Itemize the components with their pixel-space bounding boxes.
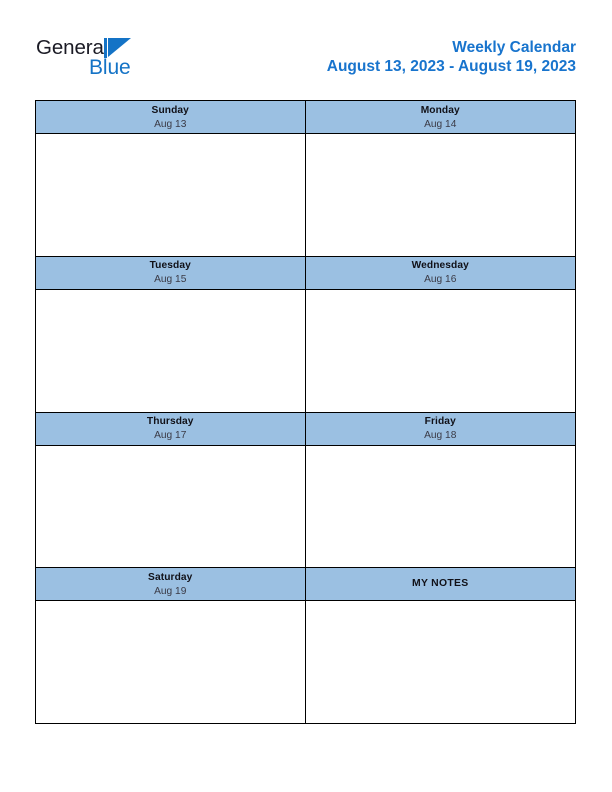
content-row-4 xyxy=(36,601,575,723)
weekly-calendar-grid: Sunday Aug 13 Monday Aug 14 Tuesday Aug … xyxy=(35,100,576,724)
day-content-tuesday[interactable] xyxy=(36,289,306,412)
day-header-monday[interactable]: Monday Aug 14 xyxy=(305,101,575,133)
header-row-2: Tuesday Aug 15 Wednesday Aug 16 xyxy=(36,256,575,290)
logo-bar-accent xyxy=(104,38,107,58)
page-title: Weekly Calendar xyxy=(452,39,576,56)
day-date-label: Aug 18 xyxy=(424,430,457,441)
calendar-row-4: Saturday Aug 19 MY NOTES xyxy=(36,567,575,723)
day-content-thursday[interactable] xyxy=(36,445,306,568)
day-name-label: Friday xyxy=(424,416,456,427)
day-content-sunday[interactable] xyxy=(36,134,306,256)
content-row-2 xyxy=(36,289,575,412)
date-range-label: August 13, 2023 - August 19, 2023 xyxy=(326,58,576,75)
day-header-tuesday[interactable]: Tuesday Aug 15 xyxy=(36,256,306,289)
general-blue-logo: General Blue xyxy=(36,36,236,88)
logo-triangle-icon xyxy=(108,38,131,57)
day-header-saturday[interactable]: Saturday Aug 19 xyxy=(36,568,306,601)
notes-header[interactable]: MY NOTES xyxy=(305,568,575,601)
day-date-label: Aug 15 xyxy=(154,274,187,286)
day-content-wednesday[interactable] xyxy=(305,289,575,412)
day-date-label: Aug 17 xyxy=(154,430,187,441)
calendar-row-2: Tuesday Aug 15 Wednesday Aug 16 xyxy=(36,255,575,412)
day-header-wednesday[interactable]: Wednesday Aug 16 xyxy=(305,256,575,289)
day-date-label: Aug 19 xyxy=(154,585,187,597)
day-name-label: Saturday xyxy=(148,571,193,583)
notes-title-label: MY NOTES xyxy=(412,578,469,590)
header-row-3: Thursday Aug 17 Friday Aug 18 xyxy=(36,412,575,446)
day-date-label: Aug 14 xyxy=(424,118,457,130)
day-content-friday[interactable] xyxy=(305,445,575,568)
day-header-sunday[interactable]: Sunday Aug 13 xyxy=(36,101,306,133)
day-header-thursday[interactable]: Thursday Aug 17 xyxy=(36,412,306,445)
logo-text-blue: Blue xyxy=(89,56,131,79)
title-block: Weekly Calendar August 13, 2023 - August… xyxy=(327,38,576,77)
day-date-label: Aug 13 xyxy=(154,118,187,130)
notes-content[interactable] xyxy=(305,601,575,723)
day-date-label: Aug 16 xyxy=(424,274,457,286)
header-row-4: Saturday Aug 19 MY NOTES xyxy=(36,568,575,602)
page-header: General Blue Weekly Calendar August 13, … xyxy=(36,36,576,92)
calendar-row-3: Thursday Aug 17 Friday Aug 18 xyxy=(36,411,575,568)
content-row-1 xyxy=(36,134,575,256)
content-row-3 xyxy=(36,445,575,568)
day-name-label: Thursday xyxy=(146,416,194,427)
day-content-saturday[interactable] xyxy=(36,601,306,723)
day-name-label: Wednesday xyxy=(411,260,469,272)
day-name-label: Monday xyxy=(420,104,460,116)
day-name-label: Sunday xyxy=(151,104,189,116)
day-name-label: Tuesday xyxy=(149,260,191,272)
calendar-row-1: Sunday Aug 13 Monday Aug 14 xyxy=(36,101,575,256)
day-content-monday[interactable] xyxy=(305,134,575,256)
day-header-friday[interactable]: Friday Aug 18 xyxy=(305,412,575,445)
header-row-1: Sunday Aug 13 Monday Aug 14 xyxy=(36,101,575,134)
calendar-page: General Blue Weekly Calendar August 13, … xyxy=(0,0,612,792)
